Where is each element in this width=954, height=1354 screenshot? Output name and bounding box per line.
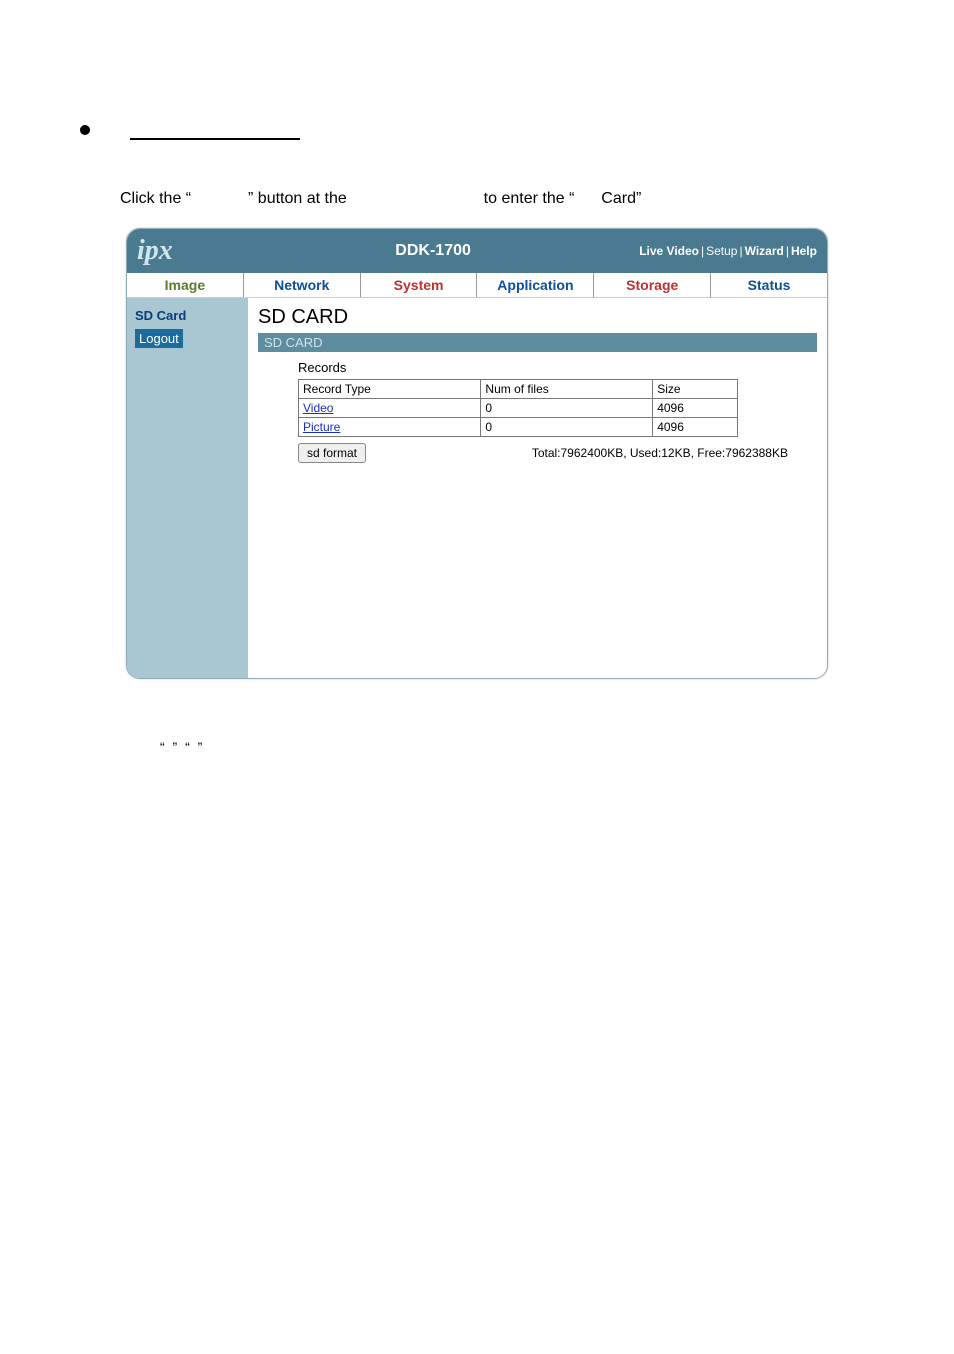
tab-network[interactable]: Network — [244, 273, 361, 297]
bullet-icon — [80, 125, 90, 135]
cell-size-0: 4096 — [653, 399, 738, 418]
quotes-placeholder: “ ” “ ” — [160, 739, 874, 755]
top-links: Live Video|Setup|Wizard|Help — [639, 244, 817, 258]
sidebar-item-sdcard[interactable]: SD Card — [135, 308, 240, 323]
sidebar-item-logout[interactable]: Logout — [135, 329, 183, 348]
th-type: Record Type — [299, 380, 481, 399]
subtitle-bar: SD CARD — [258, 333, 817, 352]
cell-size-1: 4096 — [653, 418, 738, 437]
tab-status[interactable]: Status — [711, 273, 827, 297]
tab-application[interactable]: Application — [477, 273, 594, 297]
instr-p3: to enter the “ — [484, 190, 575, 207]
instruction-text: Click the “ ” button at the to enter the… — [120, 190, 874, 208]
panel-header: ipx DDK-1700 Live Video|Setup|Wizard|Hel… — [127, 229, 827, 273]
th-num: Num of files — [481, 380, 653, 399]
records-table: Record Type Num of files Size Video 0 40… — [298, 379, 738, 437]
th-size: Size — [653, 380, 738, 399]
underline-placeholder — [130, 120, 300, 140]
cell-num-0: 0 — [481, 399, 653, 418]
link-setup[interactable]: Setup — [706, 244, 737, 258]
table-header-row: Record Type Num of files Size — [299, 380, 738, 399]
sidebar: SD Card Logout — [127, 298, 248, 678]
table-row: Picture 0 4096 — [299, 418, 738, 437]
link-wizard[interactable]: Wizard — [745, 244, 784, 258]
link-picture[interactable]: Picture — [303, 420, 340, 434]
tab-image[interactable]: Image — [127, 273, 244, 297]
instr-p4: Card” — [601, 190, 641, 207]
model-label: DDK-1700 — [395, 242, 471, 260]
link-live-video[interactable]: Live Video — [639, 244, 699, 258]
logo: ipx — [137, 235, 227, 267]
link-video[interactable]: Video — [303, 401, 333, 415]
cell-num-1: 0 — [481, 418, 653, 437]
tab-storage[interactable]: Storage — [594, 273, 711, 297]
main-content: SD CARD SD CARD Records Record Type Num … — [248, 298, 827, 678]
records-label: Records — [298, 360, 817, 375]
sd-format-button[interactable]: sd format — [298, 443, 366, 463]
instr-p2: ” button at the — [248, 190, 347, 207]
usage-text: Total:7962400KB, Used:12KB, Free:7962388… — [532, 446, 788, 460]
instr-p1: Click the “ — [120, 190, 191, 207]
tabbar: Image Network System Application Storage… — [127, 273, 827, 298]
table-row: Video 0 4096 — [299, 399, 738, 418]
link-help[interactable]: Help — [791, 244, 817, 258]
app-panel: ipx DDK-1700 Live Video|Setup|Wizard|Hel… — [126, 228, 828, 679]
page-title: SD CARD — [258, 306, 817, 329]
tab-system[interactable]: System — [361, 273, 478, 297]
